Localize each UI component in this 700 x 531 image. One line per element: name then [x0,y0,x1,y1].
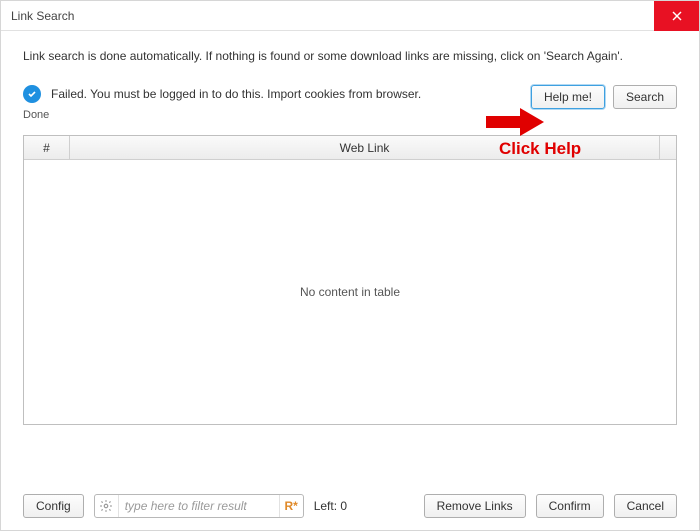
status-message: Failed. You must be logged in to do this… [51,87,421,101]
table-empty-text: No content in table [300,285,400,299]
filter-gear-icon[interactable] [95,495,119,517]
filter-box: R* [94,494,304,518]
remove-links-button[interactable]: Remove Links [424,494,526,518]
titlebar: Link Search [1,1,699,31]
footer-bar: Config R* Left: 0 Remove Links Confirm C… [23,494,677,518]
status-row: Failed. You must be logged in to do this… [23,85,677,121]
dialog-content: Link search is done automatically. If no… [1,31,699,439]
confirm-button[interactable]: Confirm [536,494,604,518]
search-button[interactable]: Search [613,85,677,109]
filter-regex-icon[interactable]: R* [279,495,303,517]
window-title: Link Search [11,9,74,23]
top-button-group: Help me! Search [531,85,677,109]
status-check-icon [23,85,41,103]
left-count-label: Left: 0 [314,499,347,513]
col-header-scrollspace [660,136,676,159]
close-icon [672,11,682,21]
link-search-dialog: Link Search Link search is done automati… [0,0,700,531]
results-table: # Web Link No content in table [23,135,677,425]
config-button[interactable]: Config [23,494,84,518]
intro-text: Link search is done automatically. If no… [23,49,677,63]
table-header: # Web Link [24,136,676,160]
table-body: No content in table [24,160,676,424]
close-button[interactable] [654,1,699,31]
col-header-number[interactable]: # [24,136,70,159]
cancel-button[interactable]: Cancel [614,494,677,518]
filter-input[interactable] [119,495,279,517]
col-header-weblink[interactable]: Web Link [70,136,660,159]
status-done-label: Done [23,109,49,121]
help-button[interactable]: Help me! [531,85,605,109]
status-left: Failed. You must be logged in to do this… [23,85,521,121]
